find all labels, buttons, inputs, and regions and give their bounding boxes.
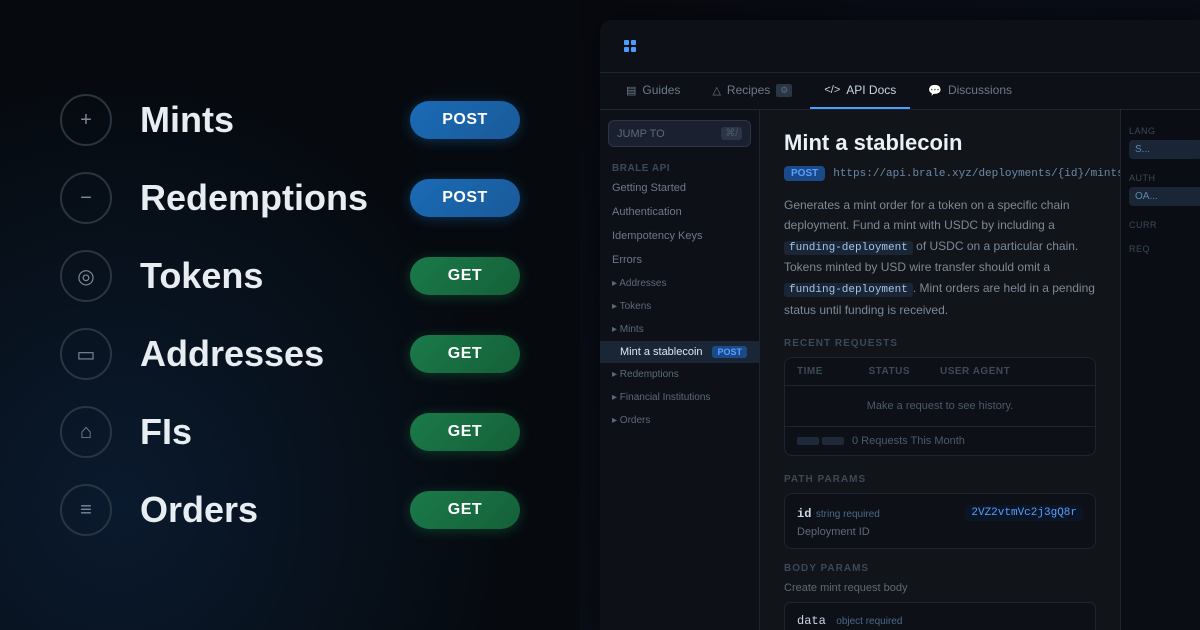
jump-to-field[interactable]: JUMP TO ⌘/: [608, 120, 751, 147]
logo-icon: [624, 40, 636, 52]
window-body: JUMP TO ⌘/ BRALE API Getting Started Aut…: [600, 110, 1200, 630]
param-id-value[interactable]: 2VZ2vtmVc2j3gQ8r: [965, 505, 1083, 521]
nav-item-orders[interactable]: ≡ Orders GET: [60, 476, 520, 544]
rr-header: TIME STATUS USER AGENT: [785, 358, 1095, 386]
recent-requests-title: RECENT REQUESTS: [784, 338, 1096, 349]
logo-dot-4: [631, 47, 636, 52]
addresses-icon: ▭: [60, 328, 112, 380]
req-section: REQ: [1129, 244, 1200, 254]
nav-item-redemptions[interactable]: −Redemptions POST: [60, 164, 520, 232]
tokens-label: Tokens: [140, 255, 382, 297]
path-params-section: id string required 2VZ2vtmVc2j3gQ8r Depl…: [784, 493, 1096, 549]
logo-dot-3: [624, 47, 629, 52]
tab-guides[interactable]: ▤ Guides: [612, 73, 694, 109]
fis-method-badge: GET: [410, 413, 520, 451]
right-panel: ▤ Guides △ Recipes ⚙ </> API Docs 💬 Disc…: [580, 0, 1200, 630]
rr-dots: [797, 437, 844, 445]
api-right-panel: LANG S... AUTH OA... CURR REQ: [1120, 110, 1200, 630]
doc-description: Generates a mint order for a token on a …: [784, 195, 1096, 320]
tabs-bar: ▤ Guides △ Recipes ⚙ </> API Docs 💬 Disc…: [600, 73, 1200, 110]
nav-item-tokens[interactable]: ◎ Tokens GET: [60, 242, 520, 310]
lang-section: LANG S...: [1129, 126, 1200, 159]
lang-value[interactable]: S...: [1129, 140, 1200, 159]
rr-empty-message: Make a request to see history.: [785, 386, 1095, 426]
auth-value[interactable]: OA...: [1129, 187, 1200, 206]
sidebar-section-label: BRALE API: [600, 157, 759, 176]
body-params-title: BODY PARAMS: [784, 563, 1096, 574]
nav-item-addresses[interactable]: ▭ Addresses GET: [60, 320, 520, 388]
nav-item-fis[interactable]: ⌂ FIs GET: [60, 398, 520, 466]
tokens-icon: ◎: [60, 250, 112, 302]
sidebar-link-tokens[interactable]: ▸ Tokens: [600, 295, 759, 318]
endpoint-line: POST https://api.brale.xyz/deployments/{…: [784, 166, 1096, 181]
sidebar-link-mint-stablecoin[interactable]: Mint a stablecoin POST: [600, 341, 759, 363]
fis-label: FIs: [140, 411, 382, 453]
tab-recipes[interactable]: △ Recipes ⚙: [698, 73, 806, 109]
orders-method-badge: GET: [410, 491, 520, 529]
orders-label: Orders: [140, 489, 382, 531]
tab-api-docs[interactable]: </> API Docs: [810, 73, 910, 109]
logo-dot-2: [631, 40, 636, 45]
redemptions-method-badge: POST: [410, 179, 520, 217]
sidebar-link-redemptions[interactable]: ▸ Redemptions: [600, 363, 759, 386]
sidebar-link-financial-institutions[interactable]: ▸ Financial Institutions: [600, 386, 759, 409]
addresses-label: Addresses: [140, 333, 382, 375]
guides-icon: ▤: [626, 84, 636, 97]
body-param-desc: Create mint request body: [784, 582, 1096, 594]
param-id-row: id string required 2VZ2vtmVc2j3gQ8r Depl…: [785, 494, 1095, 548]
mints-icon: +: [60, 94, 112, 146]
rr-count: 0 Requests This Month: [852, 435, 965, 447]
sidebar-link-addresses[interactable]: ▸ Addresses: [600, 272, 759, 295]
mints-label: Mints: [140, 99, 382, 141]
recent-requests-table: TIME STATUS USER AGENT Make a request to…: [784, 357, 1096, 456]
sidebar-link-mints[interactable]: ▸ Mints: [600, 318, 759, 341]
addresses-method-badge: GET: [410, 335, 520, 373]
sidebar-link-orders[interactable]: ▸ Orders: [600, 409, 759, 432]
sidebar-link-getting-started[interactable]: Getting Started: [600, 176, 759, 200]
auth-section: AUTH OA...: [1129, 173, 1200, 206]
rr-footer: 0 Requests This Month: [785, 426, 1095, 455]
param-id-desc: Deployment ID: [797, 526, 1083, 538]
redemptions-label: Redemptions: [140, 177, 382, 219]
api-window: ▤ Guides △ Recipes ⚙ </> API Docs 💬 Disc…: [600, 20, 1200, 630]
sidebar-link-errors[interactable]: Errors: [600, 248, 759, 272]
orders-icon: ≡: [60, 484, 112, 536]
left-nav-panel: + Mints POST −Redemptions POST ◎ Tokens GET ▭ Add…: [0, 0, 580, 630]
discussions-icon: 💬: [928, 84, 942, 97]
mints-method-badge: POST: [410, 101, 520, 139]
sidebar-link-authentication[interactable]: Authentication: [600, 200, 759, 224]
sidebar-link-idempotency[interactable]: Idempotency Keys: [600, 224, 759, 248]
curr-section: CURR: [1129, 220, 1200, 230]
fis-icon: ⌂: [60, 406, 112, 458]
api-sidebar: JUMP TO ⌘/ BRALE API Getting Started Aut…: [600, 110, 760, 630]
tab-discussions[interactable]: 💬 Discussions: [914, 73, 1026, 109]
doc-title: Mint a stablecoin: [784, 130, 1096, 156]
tokens-method-badge: GET: [410, 257, 520, 295]
api-docs-icon: </>: [824, 84, 840, 96]
endpoint-url: https://api.brale.xyz/deployments/{id}/m…: [833, 168, 1120, 180]
nav-item-mints[interactable]: + Mints POST: [60, 86, 520, 154]
redemptions-icon: −: [60, 172, 112, 224]
logo-dot-1: [624, 40, 629, 45]
method-badge: POST: [784, 166, 825, 181]
path-params-title: PATH PARAMS: [784, 474, 1096, 485]
recipes-icon: △: [712, 84, 720, 97]
window-logo: [616, 32, 644, 60]
data-param-row: data object required: [784, 602, 1096, 630]
window-topbar: [600, 20, 1200, 73]
api-main-content: Mint a stablecoin POST https://api.brale…: [760, 110, 1120, 630]
